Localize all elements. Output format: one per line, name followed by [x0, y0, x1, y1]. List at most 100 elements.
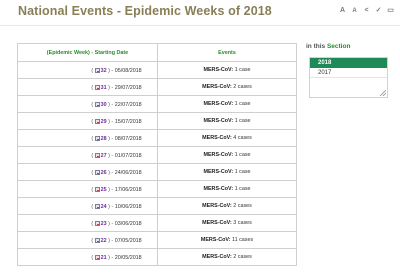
paren-close: ) -: [106, 220, 115, 227]
week-cell[interactable]: ( 32 ) - 05/08/2018: [17, 61, 158, 79]
week-start-date: 05/08/2018: [114, 67, 142, 74]
send-icon[interactable]: ✓: [374, 6, 383, 16]
paren-close: ) -: [106, 101, 115, 108]
table-row: ( 26 ) - 24/06/2018 MERS-CoV: 1 case: [17, 163, 297, 181]
section-heading-prefix: in this: [306, 43, 326, 50]
table-row: ( 21 ) - 20/05/2018 MERS-CoV: 2 cases: [17, 248, 297, 266]
event-count: 2 cases: [233, 84, 252, 90]
week-column-header: (Epidemic Week) - Starting Date: [17, 43, 158, 62]
table-row: ( 25 ) - 17/06/2018 MERS-CoV: 1 case: [17, 180, 297, 198]
table-row: ( 22 ) - 07/05/2018 MERS-CoV: 11 cases: [17, 231, 297, 249]
table-row: ( 32 ) - 05/08/2018 MERS-CoV: 1 case: [17, 61, 297, 79]
event-cell: MERS-CoV: 3 cases: [157, 214, 297, 232]
event-cell: MERS-CoV: 1 case: [157, 61, 297, 79]
calendar-icon: [94, 203, 100, 209]
increase-font-icon[interactable]: A: [338, 6, 347, 16]
week-start-date: 01/07/2018: [114, 152, 142, 159]
event-cell: MERS-CoV: 2 cases: [157, 197, 297, 215]
table-row: ( 30 ) - 22/07/2018 MERS-CoV: 1 case: [17, 95, 297, 113]
paren-close: ) -: [106, 254, 115, 261]
paren-close: ) -: [106, 186, 115, 193]
event-name: MERS-CoV: [202, 203, 230, 209]
share-icon[interactable]: <: [362, 6, 371, 16]
event-name: MERS-CoV: [203, 118, 232, 124]
event-count: 1 case: [234, 67, 251, 73]
paren-close: ) -: [106, 152, 115, 159]
calendar-icon: [94, 67, 100, 73]
event-cell: MERS-CoV: 11 cases: [157, 231, 297, 249]
week-cell[interactable]: ( 29 ) - 15/07/2018: [17, 112, 158, 130]
event-cell: MERS-CoV: 1 case: [157, 112, 297, 130]
event-count: 1 case: [234, 152, 251, 158]
event-name: MERS-CoV: [200, 237, 229, 243]
table-row: ( 29 ) - 15/07/2018 MERS-CoV: 1 case: [17, 112, 297, 130]
week-cell[interactable]: ( 25 ) - 17/06/2018: [17, 180, 158, 198]
event-name: MERS-CoV: [202, 135, 230, 141]
week-cell[interactable]: ( 23 ) - 03/06/2018: [17, 214, 158, 232]
table-row: ( 23 ) - 03/06/2018 MERS-CoV: 3 cases: [17, 214, 297, 232]
event-cell: MERS-CoV: 4 cases: [157, 129, 297, 147]
calendar-icon: [94, 254, 100, 260]
week-start-date: 15/07/2018: [114, 118, 142, 125]
week-cell[interactable]: ( 31 ) - 29/07/2018: [17, 78, 158, 96]
event-count: 1 case: [234, 169, 251, 175]
section-heading: in this Section: [306, 43, 350, 50]
event-count: 4 cases: [233, 135, 252, 141]
calendar-icon: [94, 101, 100, 107]
event-name: MERS-CoV: [203, 169, 232, 175]
page-title: National Events - Epidemic Weeks of 2018: [18, 4, 272, 18]
table-row: ( 28 ) - 08/07/2018 MERS-CoV: 4 cases: [17, 129, 297, 147]
year-option-2018[interactable]: 2018: [310, 58, 387, 68]
calendar-icon: [94, 135, 100, 141]
event-count: 2 cases: [233, 254, 252, 260]
calendar-icon: [94, 169, 100, 175]
calendar-icon: [94, 118, 100, 124]
print-icon[interactable]: ▭: [386, 6, 395, 16]
decrease-font-icon[interactable]: A: [350, 6, 359, 16]
table-row: ( 27 ) - 01/07/2018 MERS-CoV: 1 case: [17, 146, 297, 164]
event-name: MERS-CoV: [202, 220, 230, 226]
calendar-icon: [94, 186, 100, 192]
event-cell: MERS-CoV: 1 case: [157, 180, 297, 198]
week-cell[interactable]: ( 28 ) - 08/07/2018: [17, 129, 158, 147]
event-cell: MERS-CoV: 2 cases: [157, 248, 297, 266]
table-row: ( 31 ) - 29/07/2018 MERS-CoV: 2 cases: [17, 78, 297, 96]
year-option-2017[interactable]: 2017: [310, 68, 387, 78]
week-cell[interactable]: ( 27 ) - 01/07/2018: [17, 146, 158, 164]
week-cell[interactable]: ( 22 ) - 07/05/2018: [17, 231, 158, 249]
event-count: 11 cases: [231, 237, 254, 243]
table-header-row: (Epidemic Week) - Starting Date Events: [17, 43, 297, 62]
event-name: MERS-CoV: [203, 67, 232, 73]
event-name: MERS-CoV: [203, 186, 232, 192]
event-count: 3 cases: [233, 220, 252, 226]
calendar-icon: [94, 152, 100, 158]
epidemic-weeks-table: (Epidemic Week) - Starting Date Events (…: [17, 43, 297, 266]
events-column-header: Events: [157, 43, 297, 62]
event-count: 2 cases: [233, 203, 252, 209]
week-start-date: 07/05/2018: [114, 237, 142, 244]
week-cell[interactable]: ( 26 ) - 24/06/2018: [17, 163, 158, 181]
event-cell: MERS-CoV: 1 case: [157, 163, 297, 181]
paren-close: ) -: [106, 84, 115, 91]
event-cell: MERS-CoV: 1 case: [157, 146, 297, 164]
week-start-date: 08/07/2018: [114, 135, 142, 142]
week-cell[interactable]: ( 24 ) - 10/06/2018: [17, 197, 158, 215]
week-start-date: 03/06/2018: [114, 220, 142, 227]
paren-close: ) -: [106, 237, 115, 244]
paren-close: ) -: [106, 67, 115, 74]
event-cell: MERS-CoV: 2 cases: [157, 78, 297, 96]
paren-close: ) -: [106, 203, 115, 210]
week-start-date: 10/06/2018: [114, 203, 142, 210]
week-cell[interactable]: ( 21 ) - 20/05/2018: [17, 248, 158, 266]
event-name: MERS-CoV: [202, 254, 230, 260]
year-listbox[interactable]: 2018 2017: [309, 57, 388, 98]
week-cell[interactable]: ( 30 ) - 22/07/2018: [17, 95, 158, 113]
week-start-date: 20/05/2018: [114, 254, 142, 261]
week-start-date: 17/06/2018: [114, 186, 142, 193]
section-heading-accent: Section: [326, 43, 351, 50]
event-count: 1 case: [234, 186, 251, 192]
week-start-date: 22/07/2018: [114, 101, 142, 108]
paren-close: ) -: [106, 118, 115, 125]
event-name: MERS-CoV: [202, 84, 230, 90]
resize-grip-icon[interactable]: [380, 90, 386, 96]
